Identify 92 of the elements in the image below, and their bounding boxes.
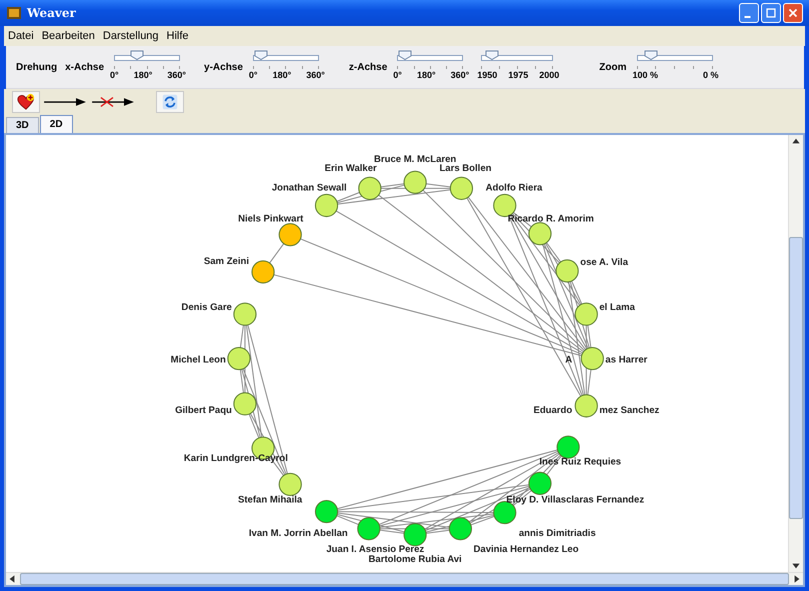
app-icon	[6, 5, 22, 21]
node-label: Juan I. Asensio Perez	[326, 544, 424, 555]
tick-label: 0°	[393, 70, 402, 80]
minimize-icon	[744, 16, 751, 18]
maximize-button[interactable]	[761, 3, 781, 23]
node-label: Karin Lundgren-Cayrol	[184, 453, 288, 464]
node-label: Bruce M. McLaren	[374, 154, 456, 166]
node-label: Niels Pinkwart	[238, 214, 304, 225]
slider-thumb[interactable]	[485, 50, 500, 60]
graph-node[interactable]	[314, 194, 338, 218]
menu-item[interactable]: Darstellung	[102, 30, 159, 42]
refresh-icon	[160, 93, 180, 111]
add-node-button[interactable]	[12, 91, 40, 113]
graph-node[interactable]	[278, 223, 302, 246]
node-label: Ines Ruiz Requies	[539, 456, 622, 468]
graph-node[interactable]	[278, 472, 302, 496]
graph-node[interactable]	[574, 302, 598, 326]
graph-node[interactable]	[252, 260, 275, 284]
graph-node[interactable]	[227, 346, 250, 370]
tick-label: 360°	[450, 70, 470, 80]
close-button[interactable]	[783, 3, 803, 23]
graph-node[interactable]	[404, 170, 427, 194]
node-label: Stefan Mihaila	[238, 494, 302, 506]
tick-label: 360°	[167, 70, 186, 80]
node-label: A	[565, 354, 572, 366]
tick-label: 0°	[110, 70, 119, 80]
node-label: Jonathan Sewall	[272, 182, 347, 194]
graph-node[interactable]	[358, 176, 382, 200]
close-icon	[786, 6, 800, 20]
node-label: Bartolome Rubia Avi	[368, 554, 462, 565]
rotation-label: Drehung	[16, 62, 58, 72]
graph-node[interactable]	[528, 472, 552, 495]
node-label: Eloy D. Villasclaras Fernandez	[506, 494, 644, 506]
node-label: Denis Gare	[181, 302, 232, 314]
slider-thumb[interactable]	[398, 50, 412, 60]
tick-label: 180°	[272, 70, 292, 80]
slider-label: y-Achse	[204, 62, 243, 72]
tick-label: 180°	[134, 70, 152, 80]
graph-node[interactable]	[233, 302, 257, 326]
refresh-button[interactable]	[156, 91, 184, 113]
node-label: el Lama	[599, 302, 635, 314]
node-label: Michel Leon	[170, 354, 226, 366]
tab[interactable]: 3D	[6, 117, 39, 133]
node-label: Adolfo Riera	[486, 182, 542, 194]
node-label: Sam Zeini	[204, 256, 249, 267]
graph-node[interactable]	[574, 394, 598, 418]
node-label: ose A. Vila	[580, 256, 628, 268]
vertical-scrollbar[interactable]	[788, 135, 803, 572]
graph-node[interactable]	[556, 436, 580, 459]
node-label: Lars Bollen	[439, 163, 492, 174]
node-label: annis Dimitriadis	[518, 528, 596, 539]
slider-label: Zoom	[599, 62, 626, 72]
window-title: Weaver	[27, 6, 76, 20]
graph-node[interactable]	[314, 500, 338, 524]
tick-label: 0°	[248, 70, 258, 80]
slider-thumb[interactable]	[130, 50, 144, 60]
graph-node[interactable]	[233, 392, 257, 416]
maximize-icon	[764, 6, 778, 20]
tick-label: 100 %	[632, 70, 658, 80]
tick-label: 1950	[477, 70, 498, 80]
scroll-thumb[interactable]	[789, 237, 803, 519]
tab[interactable]: 2D	[40, 115, 73, 133]
slider-label: x-Achse	[65, 62, 104, 72]
graph-node[interactable]	[528, 222, 552, 246]
crossed-arrow-icon	[91, 95, 135, 109]
graph-node[interactable]	[357, 517, 380, 540]
node-label: Gilbert Paqu	[175, 404, 232, 416]
menu-item[interactable]: Datei	[8, 30, 34, 42]
node-label: Eduardo	[533, 404, 572, 416]
tick-label: 1975	[508, 70, 528, 80]
node-label: as Harrer	[605, 354, 648, 366]
graph-node[interactable]	[404, 523, 427, 546]
node-label: Davinia Hernandez Leo	[474, 544, 579, 555]
menu-item[interactable]: Hilfe	[166, 30, 189, 42]
tick-label: 0 %	[702, 70, 718, 80]
tick-label: 360°	[306, 70, 325, 80]
graph-node[interactable]	[448, 517, 472, 540]
heart-plus-icon	[16, 93, 36, 111]
node-label: mez Sanchez	[599, 404, 660, 416]
slider-label: z-Achse	[348, 62, 388, 72]
minimize-button[interactable]	[739, 3, 759, 23]
graph-node[interactable]	[450, 176, 474, 200]
tick-label: 180°	[416, 70, 436, 80]
graph-node[interactable]	[580, 346, 604, 370]
slider-thumb[interactable]	[644, 50, 658, 60]
node-label: Erin Walker	[324, 163, 377, 174]
menu-item[interactable]: Bearbeiten	[42, 30, 95, 42]
tick-label: 2000	[539, 70, 560, 80]
node-label: Ricardo R. Amorim	[508, 214, 594, 225]
slider-thumb[interactable]	[254, 50, 268, 60]
node-label: Ivan M. Jorrin Abellan	[248, 528, 348, 539]
graph-node[interactable]	[556, 259, 579, 283]
